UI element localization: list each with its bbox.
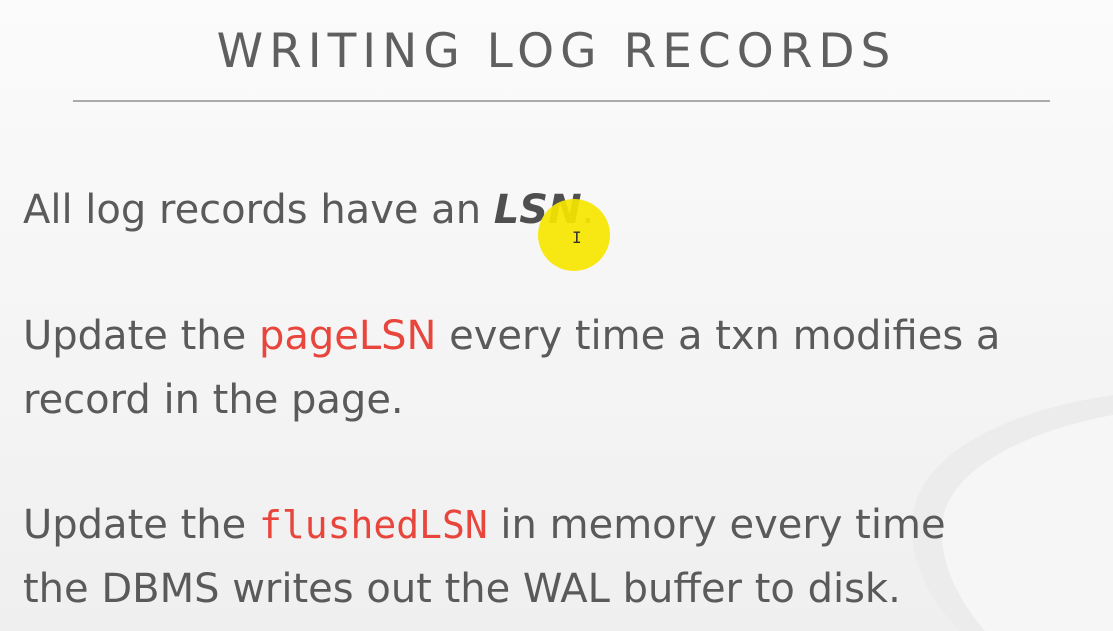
slide: WRITING LOG RECORDS All log records have… [0, 0, 1113, 631]
paragraph-pagelsn-line2: record in the page. [23, 377, 404, 423]
pagelsn-term: pageLSN [258, 313, 437, 359]
page-title: WRITING LOG RECORDS [216, 24, 897, 79]
flushedlsn-term: flushedLSN [258, 503, 488, 547]
paragraph-pagelsn: Update the pageLSN every time a txn modi… [23, 304, 1098, 432]
paragraph-flushedlsn-line2: the DBMS writes out the WAL buffer to di… [23, 566, 901, 612]
title-divider [73, 100, 1050, 102]
paragraph-flushedlsn-text-before: Update the [23, 502, 259, 548]
paragraph-pagelsn-text-before: Update the [23, 313, 259, 359]
mouse-cursor-ibeam-icon: I [572, 228, 582, 247]
paragraph-flushedlsn-text-after: in memory every time [487, 502, 946, 548]
paragraph-flushedlsn: Update the flushedLSN in memory every ti… [23, 493, 1098, 621]
paragraph-lsn-text-before: All log records have an [23, 187, 494, 233]
paragraph-pagelsn-text-after: every time a txn modifies a [436, 313, 1001, 359]
